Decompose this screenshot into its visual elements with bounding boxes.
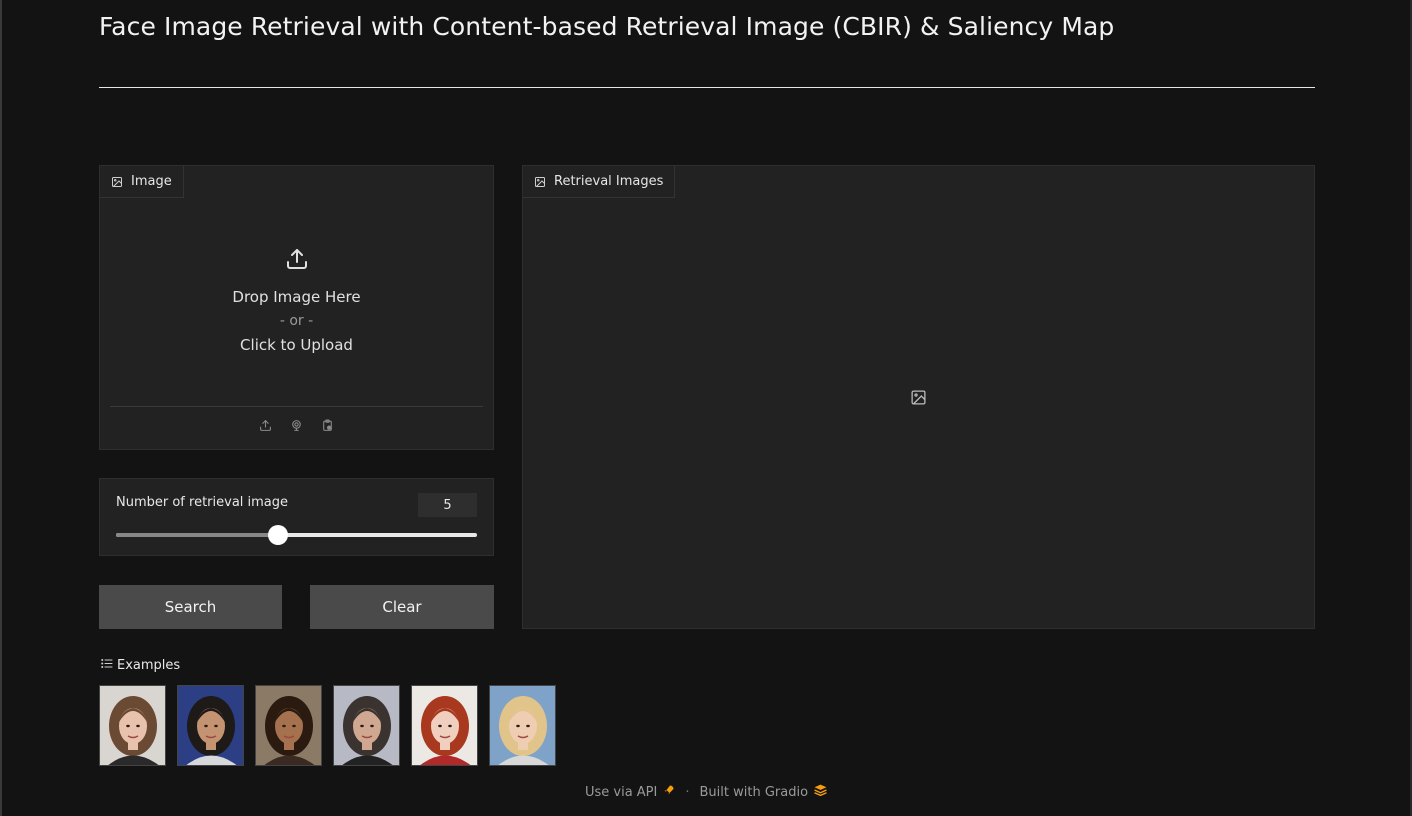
rocket-icon bbox=[663, 784, 675, 800]
face-thumbnail-icon bbox=[490, 686, 555, 765]
footer: Use via API · Built with Gradio bbox=[0, 784, 1412, 800]
title-divider bbox=[99, 87, 1315, 88]
example-item[interactable] bbox=[177, 685, 244, 766]
source-selector bbox=[100, 418, 493, 440]
empty-gallery-icon bbox=[910, 389, 927, 406]
slider-label: Number of retrieval image bbox=[116, 495, 289, 510]
retrieval-count-panel: Number of retrieval image bbox=[99, 478, 494, 556]
face-thumbnail-icon bbox=[334, 686, 399, 765]
face-thumbnail-icon bbox=[256, 686, 321, 765]
webcam-icon[interactable] bbox=[289, 418, 304, 433]
gradio-logo-icon bbox=[814, 784, 827, 800]
click-to-upload-text: Click to Upload bbox=[240, 336, 353, 354]
list-icon bbox=[101, 658, 113, 673]
examples-label: Examples bbox=[117, 658, 181, 673]
window-frame-left bbox=[0, 0, 2, 816]
source-divider bbox=[110, 406, 483, 407]
page-title: Face Image Retrieval with Content-based … bbox=[99, 12, 1115, 41]
image-icon bbox=[534, 176, 546, 188]
face-thumbnail-icon bbox=[100, 686, 165, 765]
api-link-text: Use via API bbox=[584, 784, 658, 800]
gradio-link[interactable]: Built with Gradio bbox=[700, 784, 828, 800]
or-text: - or - bbox=[279, 313, 314, 329]
footer-separator: · bbox=[685, 784, 690, 800]
slider-fill bbox=[116, 533, 279, 537]
examples-list bbox=[99, 685, 556, 766]
slider-thumb[interactable] bbox=[268, 525, 289, 545]
example-item[interactable] bbox=[333, 685, 400, 766]
examples-header: Examples bbox=[101, 658, 180, 673]
upload-dropzone[interactable]: Drop Image Here - or - Click to Upload bbox=[100, 198, 493, 406]
image-input-panel: Image Drop Image Here - or - Click to Up… bbox=[99, 165, 494, 450]
gallery-label-tag: Retrieval Images bbox=[523, 166, 676, 198]
upload-source-icon[interactable] bbox=[258, 418, 273, 433]
example-item[interactable] bbox=[255, 685, 322, 766]
search-button[interactable]: Search bbox=[99, 585, 282, 629]
clipboard-icon[interactable] bbox=[320, 418, 335, 433]
example-item[interactable] bbox=[489, 685, 556, 766]
face-thumbnail-icon bbox=[178, 686, 243, 765]
example-item[interactable] bbox=[99, 685, 166, 766]
gallery-label: Retrieval Images bbox=[554, 174, 664, 189]
slider-track[interactable] bbox=[116, 525, 477, 545]
retrieval-count-input[interactable] bbox=[418, 493, 477, 517]
clear-button[interactable]: Clear bbox=[310, 585, 494, 629]
retrieval-gallery-panel: Retrieval Images bbox=[522, 165, 1315, 629]
image-icon bbox=[111, 176, 123, 188]
face-thumbnail-icon bbox=[412, 686, 477, 765]
upload-icon bbox=[285, 247, 309, 271]
gradio-link-text: Built with Gradio bbox=[699, 784, 809, 800]
example-item[interactable] bbox=[411, 685, 478, 766]
image-label: Image bbox=[131, 174, 172, 189]
api-link[interactable]: Use via API bbox=[585, 784, 675, 800]
drop-text: Drop Image Here bbox=[232, 288, 361, 306]
image-label-tag: Image bbox=[100, 166, 184, 198]
